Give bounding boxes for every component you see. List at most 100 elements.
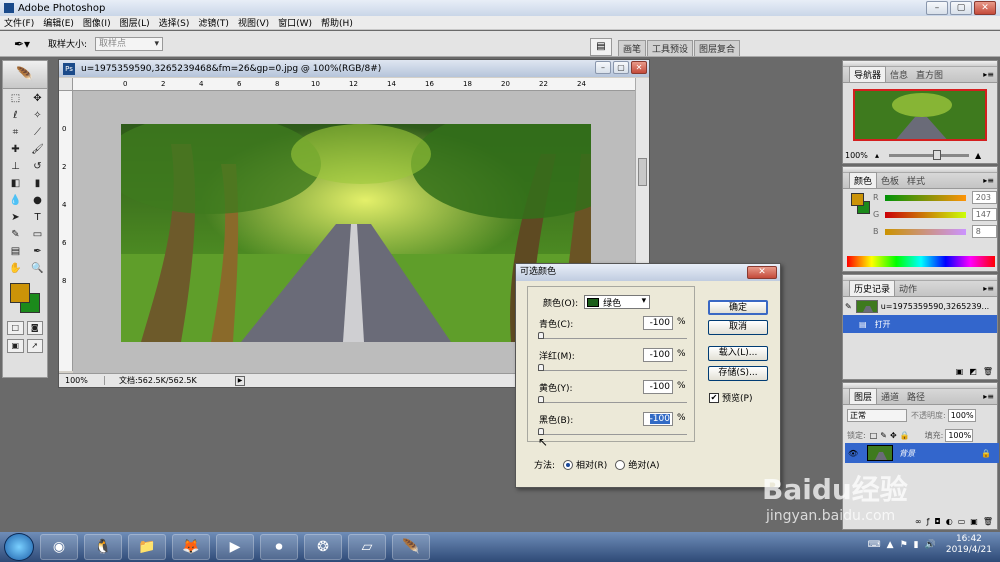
magic-wand-tool-icon[interactable]: ✧ [28, 108, 47, 124]
notes-tool-icon[interactable]: ▤ [6, 244, 25, 260]
marquee-tool-icon[interactable]: ⬚ [6, 91, 25, 107]
tab-swatches[interactable]: 色板 [877, 173, 903, 188]
magenta-slider-track[interactable] [539, 370, 687, 371]
save-button[interactable]: 存储(S)... [708, 366, 768, 381]
layer-row-background[interactable]: 👁 背景 🔒 [845, 443, 999, 463]
flag-icon[interactable]: ⚑ [900, 540, 908, 550]
taskbar-app-firefox-icon[interactable]: 🦊 [172, 534, 210, 560]
network-icon[interactable]: ▮ [914, 540, 919, 550]
quick-mask-mode-icon[interactable]: ◙ [26, 321, 43, 335]
close-button[interactable]: ✕ [974, 1, 996, 15]
menu-file[interactable]: 文件(F) [4, 16, 34, 29]
well-tab-brushes[interactable]: 画笔 [618, 40, 647, 56]
taskbar-app-qq-icon[interactable]: 🐧 [84, 534, 122, 560]
taskbar-app-photoshop-icon[interactable]: 🪶 [392, 534, 430, 560]
move-tool-icon[interactable]: ✥ [28, 91, 47, 107]
document-titlebar[interactable]: Ps u=1975359590,3265239468&fm=26&gp=0.jp… [59, 60, 649, 77]
taskbar-app-recorder-icon[interactable]: ⏺ [260, 534, 298, 560]
menu-view[interactable]: 视图(V) [238, 16, 269, 29]
brush-tool-icon[interactable]: 🖌 [28, 142, 47, 158]
cyan-slider-handle[interactable] [538, 332, 544, 339]
blur-tool-icon[interactable]: 💧 [6, 193, 25, 209]
screen-mode-icon[interactable]: ▣ [7, 339, 24, 353]
cyan-slider-track[interactable] [539, 338, 687, 339]
navigator-zoom-slider[interactable] [889, 149, 970, 160]
clock[interactable]: 16:42 2019/4/21 [946, 534, 992, 556]
green-slider[interactable] [884, 211, 966, 218]
sample-size-select[interactable]: 取样点 [95, 36, 164, 51]
color-spectrum-bar[interactable] [847, 256, 995, 267]
menu-image[interactable]: 图像(I) [83, 16, 111, 29]
cyan-field[interactable]: -100 [643, 316, 673, 330]
start-button[interactable] [4, 533, 34, 561]
menu-filter[interactable]: 滤镜(T) [198, 16, 229, 29]
delete-state-icon[interactable]: 🗑 [983, 367, 993, 376]
gradient-tool-icon[interactable]: ▮ [28, 176, 47, 192]
yellow-field[interactable]: -100 [643, 380, 673, 394]
zoom-level[interactable]: 100% [59, 376, 105, 385]
green-value[interactable]: 147 [971, 208, 997, 221]
taskbar-app-network-icon[interactable]: ❂ [304, 534, 342, 560]
tab-channels[interactable]: 通道 [877, 389, 903, 404]
menu-help[interactable]: 帮助(H) [321, 16, 353, 29]
foreground-color-swatch[interactable] [10, 283, 30, 303]
black-slider-handle[interactable] [538, 428, 544, 435]
black-slider-track[interactable] [539, 434, 687, 435]
maximize-button[interactable]: ▢ [950, 1, 972, 15]
volume-icon[interactable]: 🔊 [925, 540, 936, 550]
yellow-slider-handle[interactable] [538, 396, 544, 403]
slice-tool-icon[interactable]: ⟋ [28, 125, 47, 141]
navigator-thumbnail[interactable] [853, 89, 987, 141]
panel-menu-icon[interactable]: ▸≡ [983, 70, 994, 79]
blend-mode-select[interactable]: 正常 [847, 409, 907, 422]
red-value[interactable]: 203 [971, 191, 997, 204]
crop-tool-icon[interactable]: ⌗ [6, 125, 25, 141]
palette-well-icon[interactable]: ▤ [590, 38, 612, 56]
status-menu-arrow-icon[interactable]: ▶ [235, 375, 245, 386]
panel-foreground-swatch[interactable] [851, 193, 864, 206]
tab-histogram[interactable]: 直方图 [912, 67, 947, 82]
panel-menu-icon[interactable]: ▸≡ [983, 392, 994, 401]
cancel-button[interactable]: 取消 [708, 320, 768, 335]
adjustment-layer-icon[interactable]: ◐ [946, 517, 953, 526]
load-button[interactable]: 载入(L)... [708, 346, 768, 361]
menu-select[interactable]: 选择(S) [159, 16, 190, 29]
doc-minimize-button[interactable]: – [595, 61, 611, 74]
new-document-from-state-icon[interactable]: ▣ [956, 367, 964, 376]
keyboard-icon[interactable]: ⌨ [868, 540, 881, 550]
tab-layers[interactable]: 图层 [849, 388, 878, 404]
clone-stamp-tool-icon[interactable]: ⊥ [6, 159, 25, 175]
history-snapshot[interactable]: ✎ u=1975359590,3265239... [843, 297, 997, 315]
tab-styles[interactable]: 样式 [903, 173, 929, 188]
lasso-tool-icon[interactable]: ℓ [6, 108, 25, 124]
black-field[interactable]: -100 [643, 412, 673, 426]
tab-navigator[interactable]: 导航器 [849, 66, 887, 82]
panel-menu-icon[interactable]: ▸≡ [983, 284, 994, 293]
zoom-in-icon[interactable]: ▲ [975, 151, 981, 160]
well-tab-layer-comps[interactable]: 图层复合 [694, 40, 741, 56]
imageready-icon[interactable]: ➚ [26, 339, 43, 353]
pen-tool-icon[interactable]: ✎ [6, 227, 25, 243]
ok-button[interactable]: 确定 [708, 300, 768, 315]
layer-style-icon[interactable]: ƒ [927, 517, 930, 526]
hand-tool-icon[interactable]: ✋ [6, 261, 25, 277]
preview-checkbox[interactable]: ✔ 预览(P) [709, 391, 752, 404]
menu-layer[interactable]: 图层(L) [120, 16, 150, 29]
type-tool-icon[interactable]: T [28, 210, 47, 226]
tab-history[interactable]: 历史记录 [849, 280, 896, 296]
panel-menu-icon[interactable]: ▸≡ [983, 176, 994, 185]
color-dropdown[interactable]: 绿色 [584, 295, 651, 309]
healing-brush-tool-icon[interactable]: ✚ [6, 142, 25, 158]
absolute-radio[interactable] [615, 459, 626, 470]
tray-expand-icon[interactable]: ▲ [887, 540, 894, 550]
new-layer-icon[interactable]: ▣ [970, 517, 978, 526]
doc-maximize-button[interactable]: ▢ [613, 61, 629, 74]
history-brush-tool-icon[interactable]: ↺ [28, 159, 47, 175]
blue-slider[interactable] [884, 228, 966, 235]
tab-info[interactable]: 信息 [886, 67, 912, 82]
tab-color[interactable]: 颜色 [849, 172, 878, 188]
opacity-field[interactable]: 100% [947, 409, 976, 422]
dialog-close-button[interactable]: ✕ [747, 266, 777, 279]
zoom-out-icon[interactable]: ▴ [875, 151, 879, 160]
magenta-field[interactable]: -100 [643, 348, 673, 362]
